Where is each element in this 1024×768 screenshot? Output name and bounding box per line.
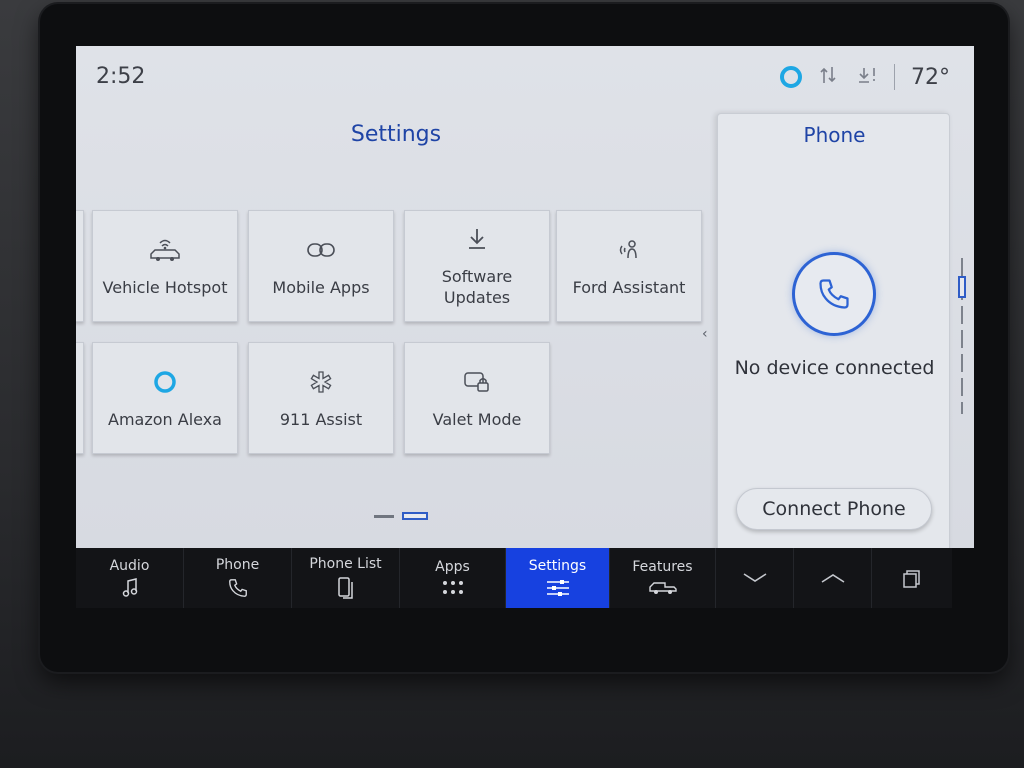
nav-label: Apps xyxy=(435,559,470,575)
medical-star-icon xyxy=(309,367,333,397)
panel-collapse-arrow[interactable]: ‹ xyxy=(702,326,708,342)
multiwindow-icon xyxy=(903,570,920,588)
nav-phone[interactable]: Phone xyxy=(184,548,292,608)
tile-label: Vehicle Hotspot xyxy=(102,277,228,297)
link-icon xyxy=(306,235,336,265)
status-divider xyxy=(894,64,895,90)
page-indicator xyxy=(374,512,428,520)
nav-label: Audio xyxy=(109,558,150,574)
page-dot[interactable] xyxy=(374,514,394,518)
truck-icon xyxy=(648,582,677,594)
alexa-icon xyxy=(152,367,178,397)
tile-label: Mobile Apps xyxy=(272,277,370,297)
nav-expand-up[interactable] xyxy=(794,548,872,608)
nav-features[interactable]: Features xyxy=(610,548,716,608)
tile-software-updates[interactable]: Software Updates xyxy=(404,210,550,322)
music-note-icon xyxy=(122,578,137,597)
nav-label: Phone List xyxy=(309,556,382,572)
tile-label: Ford Assistant xyxy=(572,277,686,297)
nav-collapse-down[interactable] xyxy=(716,548,794,608)
tile-label: Amazon Alexa xyxy=(108,409,222,429)
sliders-icon xyxy=(546,580,569,596)
phone-panel: Phone No device connected Connect Phone xyxy=(717,113,950,548)
nav-settings[interactable]: Settings xyxy=(506,548,610,608)
valet-lock-icon xyxy=(463,367,491,397)
chevron-up-icon xyxy=(821,574,844,583)
no-device-message: No device connected xyxy=(734,357,935,379)
tile-ford-assistant[interactable]: Ford Assistant xyxy=(556,210,702,322)
nav-label: Features xyxy=(632,559,693,575)
sync-screen: 2:52 72° Settings Vehicle Hotspot Mobile… xyxy=(76,46,974,548)
page-dot-active[interactable] xyxy=(402,512,428,520)
tile-mobile-apps[interactable]: Mobile Apps xyxy=(248,210,394,322)
tile-911-assist[interactable]: 911 Assist xyxy=(248,342,394,454)
nav-apps[interactable]: Apps xyxy=(400,548,506,608)
status-icons: 72° xyxy=(780,64,950,90)
tile-valet-mode[interactable]: Valet Mode xyxy=(404,342,550,454)
data-transfer-icon xyxy=(818,65,840,89)
download-icon xyxy=(465,224,489,254)
phone-icon xyxy=(819,279,849,309)
tile-amazon-alexa[interactable]: Amazon Alexa xyxy=(92,342,238,454)
call-button[interactable] xyxy=(792,252,876,336)
nav-label: Settings xyxy=(528,558,587,574)
car-wifi-icon xyxy=(148,235,182,265)
download-alert-icon xyxy=(856,65,878,89)
tile-vehicle-hotspot[interactable]: Vehicle Hotspot xyxy=(92,210,238,322)
tile-partial-left xyxy=(76,342,84,454)
apps-grid-icon xyxy=(442,581,463,594)
nav-audio[interactable]: Audio xyxy=(76,548,184,608)
scroll-indicator[interactable] xyxy=(958,258,966,414)
nav-window-switch[interactable] xyxy=(872,548,952,608)
voice-assistant-icon xyxy=(616,235,642,265)
bottom-nav-bar: Audio Phone Phone List Apps Settings Fea… xyxy=(76,548,952,608)
nav-label: Phone xyxy=(215,557,260,573)
outside-temperature: 72° xyxy=(911,64,950,90)
clock: 2:52 xyxy=(96,64,146,89)
scroll-thumb[interactable] xyxy=(958,276,966,298)
phone-icon xyxy=(228,579,247,597)
tile-label: Valet Mode xyxy=(432,409,522,429)
tile-partial-left xyxy=(76,210,84,322)
tile-label: 911 Assist xyxy=(279,409,363,429)
nav-phone-list[interactable]: Phone List xyxy=(292,548,400,608)
chevron-down-icon xyxy=(743,573,766,582)
phone-list-icon xyxy=(337,577,353,599)
connect-phone-button[interactable]: Connect Phone xyxy=(736,488,932,530)
status-bar: 2:52 72° xyxy=(76,46,974,112)
tile-label: Software Updates xyxy=(441,267,513,307)
alexa-status-icon[interactable] xyxy=(780,66,802,88)
page-title: Settings xyxy=(350,122,442,147)
panel-title: Phone xyxy=(803,123,866,147)
